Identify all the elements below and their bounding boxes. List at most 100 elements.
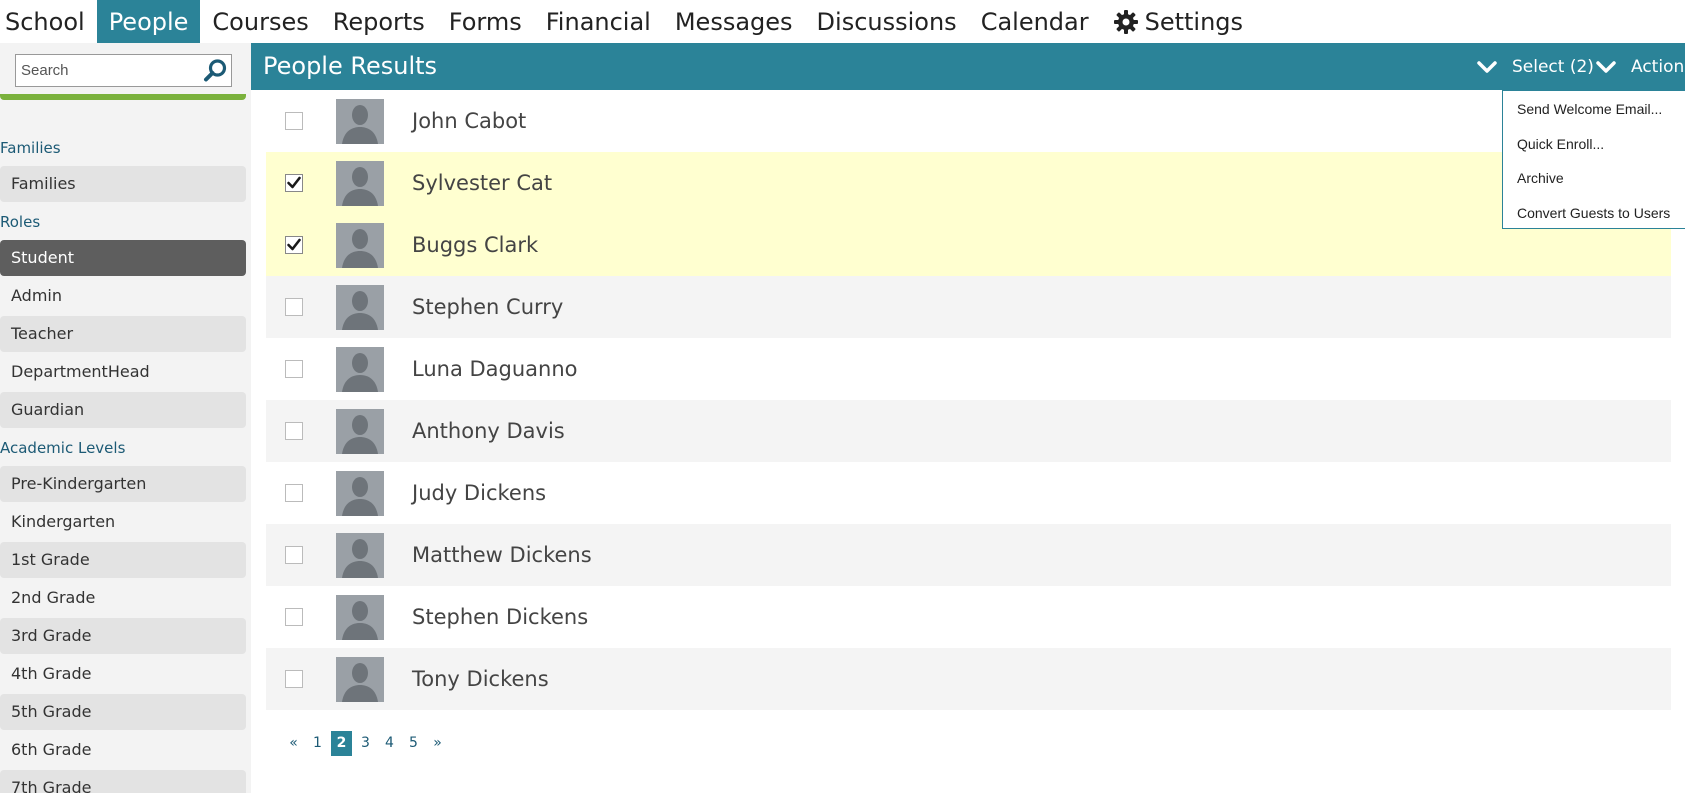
nav-item-messages[interactable]: Messages	[663, 0, 805, 43]
nav-item-school[interactable]: School	[0, 0, 97, 43]
avatar-placeholder-icon	[336, 222, 384, 268]
sidebar-item-guardian[interactable]: Guardian	[0, 392, 246, 428]
filter-list: Families Families Roles Student Admin Teacher…	[0, 130, 246, 793]
avatar-placeholder-icon	[336, 284, 384, 330]
menu-item-quick-enroll[interactable]: Quick Enroll...	[1503, 132, 1685, 167]
sidebar-item-7th-grade[interactable]: 7th Grade	[0, 770, 246, 793]
pagination-current-page[interactable]: 2	[331, 731, 352, 756]
sidebar-section-label: Academic Levels	[0, 439, 126, 457]
search-box	[15, 54, 232, 87]
sidebar-item-teacher[interactable]: Teacher	[0, 316, 246, 352]
nav-item-settings[interactable]: Settings	[1101, 0, 1255, 43]
row-checkbox[interactable]	[285, 112, 303, 130]
sidebar-item-departmenthead[interactable]: DepartmentHead	[0, 354, 246, 390]
sidebar-item-6th-grade[interactable]: 6th Grade	[0, 732, 246, 768]
sidebar: Families Families Roles StudentAdminTeacher…	[0, 43, 251, 793]
nav-item-settings-label: Settings	[1144, 7, 1244, 36]
sidebar-item-admin[interactable]: Admin	[0, 278, 246, 314]
checkmark-icon	[287, 238, 301, 251]
row-checkbox[interactable]	[285, 360, 303, 378]
nav-item-financial[interactable]: Financial	[534, 0, 663, 43]
results-title: People Results	[263, 52, 438, 80]
avatar	[336, 656, 384, 702]
chevron-down-icon	[1596, 60, 1616, 73]
person-name-link[interactable]: Tony Dickens	[412, 667, 549, 691]
row-checkbox[interactable]	[285, 484, 303, 502]
avatar	[336, 408, 384, 454]
avatar-placeholder-icon	[336, 656, 384, 702]
results-header: People Results Select (2) Action	[251, 43, 1685, 90]
row-checkbox[interactable]	[285, 546, 303, 564]
nav-item-discussions[interactable]: Discussions	[805, 0, 969, 43]
avatar	[336, 594, 384, 640]
action-dropdown-button[interactable]: Action	[1595, 43, 1684, 90]
add-button-strip[interactable]	[0, 94, 246, 100]
sidebar-item-2nd-grade[interactable]: 2nd Grade	[0, 580, 246, 616]
sidebar-item-4th-grade[interactable]: 4th Grade	[0, 656, 246, 692]
row-checkbox[interactable]	[285, 298, 303, 316]
menu-item-convert-guests-to-users[interactable]: Convert Guests to Users	[1503, 201, 1685, 236]
chevron-down-icon	[1477, 60, 1497, 73]
table-row: Judy Dickens	[266, 462, 1671, 524]
nav-item-reports[interactable]: Reports	[321, 0, 437, 43]
nav-item-people[interactable]: People	[96, 0, 201, 43]
pagination-page[interactable]: 5	[403, 731, 424, 756]
person-name-link[interactable]: Anthony Davis	[412, 419, 565, 443]
people-list: John Cabot Sylvester Cat Buggs Clark Stephe…	[266, 90, 1671, 710]
sidebar-item-families[interactable]: Families	[0, 166, 246, 202]
person-name-link[interactable]: Buggs Clark	[412, 233, 538, 257]
row-checkbox[interactable]	[285, 174, 303, 192]
top-nav: School People Courses Reports Forms Financial…	[0, 0, 1685, 43]
pagination-prev[interactable]: «	[283, 731, 304, 756]
pagination-page[interactable]: 4	[379, 731, 400, 756]
avatar-placeholder-icon	[336, 594, 384, 640]
person-name-link[interactable]: Judy Dickens	[412, 481, 546, 505]
menu-item-send-welcome-email[interactable]: Send Welcome Email...	[1503, 97, 1685, 132]
avatar	[336, 222, 384, 268]
avatar	[336, 98, 384, 144]
avatar-placeholder-icon	[336, 346, 384, 392]
pagination-next[interactable]: »	[427, 731, 448, 756]
row-checkbox[interactable]	[285, 422, 303, 440]
avatar	[336, 470, 384, 516]
select-label: Select (2)	[1512, 56, 1594, 77]
sidebar-item-kindergarten[interactable]: Kindergarten	[0, 504, 246, 540]
table-row: Matthew Dickens	[266, 524, 1671, 586]
table-row: Buggs Clark	[266, 214, 1671, 276]
person-name-link[interactable]: Stephen Curry	[412, 295, 563, 319]
avatar-placeholder-icon	[336, 408, 384, 454]
nav-item-calendar[interactable]: Calendar	[969, 0, 1101, 43]
avatar-placeholder-icon	[336, 532, 384, 578]
avatar	[336, 532, 384, 578]
sidebar-item-1st-grade[interactable]: 1st Grade	[0, 542, 246, 578]
row-checkbox[interactable]	[285, 608, 303, 626]
table-row: Luna Daguanno	[266, 338, 1671, 400]
nav-item-forms[interactable]: Forms	[437, 0, 534, 43]
nav-item-courses[interactable]: Courses	[200, 0, 320, 43]
table-row: Anthony Davis	[266, 400, 1671, 462]
gear-icon	[1113, 9, 1138, 34]
action-label: Action	[1631, 56, 1685, 77]
search-input[interactable]	[16, 55, 196, 86]
sidebar-item-pre-kindergarten[interactable]: Pre-Kindergarten	[0, 466, 246, 502]
sidebar-item-5th-grade[interactable]: 5th Grade	[0, 694, 246, 730]
person-name-link[interactable]: Matthew Dickens	[412, 543, 592, 567]
select-dropdown-button[interactable]: Select (2)	[1476, 43, 1594, 90]
table-row: Stephen Curry	[266, 276, 1671, 338]
person-name-link[interactable]: John Cabot	[412, 109, 526, 133]
table-row: Sylvester Cat	[266, 152, 1671, 214]
sidebar-item-student[interactable]: Student	[0, 240, 246, 276]
person-name-link[interactable]: Stephen Dickens	[412, 605, 588, 629]
row-checkbox[interactable]	[285, 236, 303, 254]
avatar-placeholder-icon	[336, 470, 384, 516]
search-icon[interactable]	[202, 57, 229, 84]
pagination-page[interactable]: 3	[355, 731, 376, 756]
avatar	[336, 160, 384, 206]
pagination-page[interactable]: 1	[307, 731, 328, 756]
sidebar-item-3rd-grade[interactable]: 3rd Grade	[0, 618, 246, 654]
person-name-link[interactable]: Luna Daguanno	[412, 357, 578, 381]
menu-item-archive[interactable]: Archive	[1503, 166, 1685, 201]
person-name-link[interactable]: Sylvester Cat	[412, 171, 552, 195]
avatar	[336, 284, 384, 330]
row-checkbox[interactable]	[285, 670, 303, 688]
